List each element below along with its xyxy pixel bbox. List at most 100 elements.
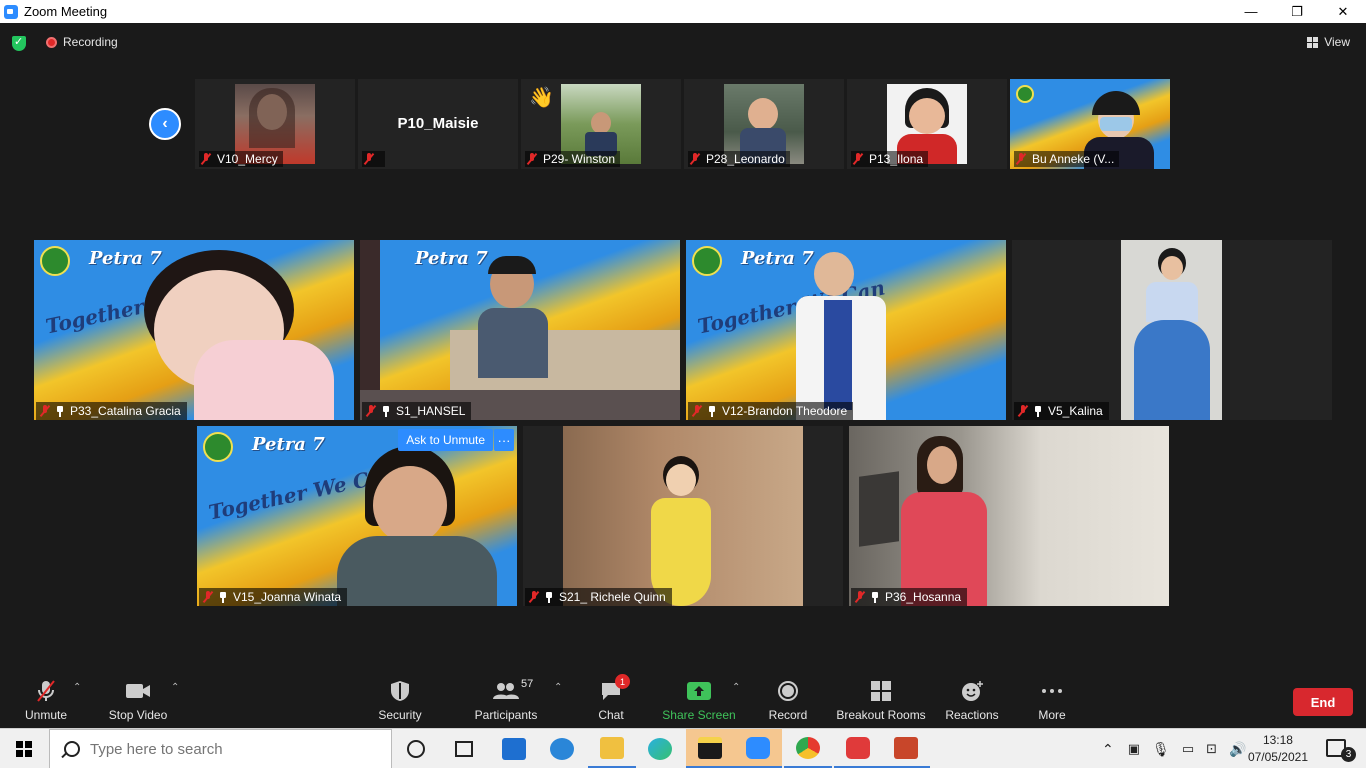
security-button[interactable]: Security	[375, 672, 425, 728]
taskbar-search-input[interactable]	[90, 740, 370, 758]
participant-thumbnail[interactable]: P13_Ilona	[847, 79, 1007, 169]
tile-more-options-button[interactable]: ···	[494, 429, 514, 451]
participant-name: P33_Catalina Gracia	[70, 404, 181, 418]
participant-thumbnail[interactable]: Bu Anneke (V...	[1010, 79, 1170, 169]
window-title: Zoom Meeting	[24, 4, 108, 19]
participant-name-tag: V5_Kalina	[1014, 402, 1109, 420]
chevron-left-icon: ‹	[162, 115, 168, 132]
participants-options-caret-icon[interactable]: ⌃	[554, 682, 562, 693]
window-controls: — ❐ ✕	[1228, 0, 1366, 23]
pin-icon	[219, 591, 227, 603]
participant-display-name: P10_Maisie	[397, 115, 479, 132]
chat-button[interactable]: 1 Chat	[596, 672, 630, 728]
mic-muted-icon	[690, 153, 700, 165]
audio-options-caret-icon[interactable]: ⌃	[73, 682, 81, 693]
video-options-caret-icon[interactable]: ⌃	[171, 682, 179, 693]
cortana-button[interactable]	[392, 729, 440, 768]
breakout-rooms-button[interactable]: Breakout Rooms	[836, 672, 926, 728]
ask-to-unmute-button[interactable]: Ask to Unmute	[398, 429, 493, 451]
end-meeting-button[interactable]: End	[1293, 688, 1353, 716]
participant-thumbnail[interactable]: P10_Maisie	[358, 79, 518, 169]
close-button[interactable]: ✕	[1320, 0, 1366, 23]
smiley-icon	[960, 678, 984, 704]
sticky-notes-app[interactable]	[686, 729, 734, 768]
stop-video-button[interactable]: Stop Video	[106, 672, 170, 728]
share-screen-label: Share Screen	[662, 708, 736, 722]
participants-icon: 57	[493, 678, 533, 704]
participant-name-tag: V12-Brandon Theodore	[688, 402, 854, 420]
folder-icon	[600, 736, 624, 759]
video-tile[interactable]: Petra 7 S1_HANSEL	[360, 240, 680, 420]
task-view-button[interactable]	[440, 729, 488, 768]
meet-now-icon[interactable]: ▣	[1128, 741, 1140, 757]
mic-muted-icon	[855, 591, 865, 603]
chrome-app[interactable]	[784, 729, 832, 768]
participant-thumbnail[interactable]: V10_Mercy	[195, 79, 355, 169]
powerpoint-app[interactable]	[882, 729, 930, 768]
meeting-info-bar: Recording View	[0, 23, 1366, 63]
video-tile[interactable]: Petra 7 Together We Can V12-Brandon Theo…	[686, 240, 1006, 420]
show-hidden-icons-chevron-icon[interactable]: ⌃	[1102, 741, 1114, 758]
share-options-caret-icon[interactable]: ⌃	[732, 682, 740, 693]
video-tile[interactable]: Petra 7 Together We Can Ask to Unmute ··…	[197, 426, 517, 606]
video-tile[interactable]: P36_Hosanna	[849, 426, 1169, 606]
view-button[interactable]: View	[1307, 35, 1350, 49]
quick-assist-app[interactable]	[538, 729, 586, 768]
recording-indicator[interactable]: Recording	[46, 35, 118, 49]
participant-name-tag: S1_HANSEL	[362, 402, 472, 420]
system-clock[interactable]: 13:18 07/05/2021	[1248, 732, 1308, 766]
participants-button[interactable]: 57 Participants	[472, 672, 540, 728]
participant-name: P29- Winston	[543, 152, 616, 166]
taskbar-search[interactable]	[49, 729, 392, 768]
video-tile[interactable]: Petra 7 Together We Can P33_Catalina Gra…	[34, 240, 354, 420]
clock-time: 13:18	[1262, 733, 1293, 747]
pin-icon	[871, 591, 879, 603]
video-camera-icon	[125, 678, 151, 704]
video-tile[interactable]: S21_ Richele Quinn	[523, 426, 843, 606]
participant-name: P28_Leonardo	[706, 152, 785, 166]
security-shield-icon[interactable]	[12, 35, 26, 51]
mail-app[interactable]	[490, 729, 538, 768]
unmute-button[interactable]: Unmute	[22, 672, 70, 728]
more-button[interactable]: More	[1034, 672, 1070, 728]
windows-taskbar: ⌃ ▣ 🎙 ▭ ⊡ 🔊 13:18 07/05/2021 3	[0, 728, 1366, 768]
mic-muted-icon	[40, 405, 50, 417]
mic-muted-icon	[366, 405, 376, 417]
petra-banner-text: Petra 7	[89, 248, 162, 269]
previous-page-button[interactable]: ‹	[149, 108, 181, 140]
edge-app[interactable]	[636, 729, 684, 768]
camera-app[interactable]	[834, 729, 882, 768]
microphone-icon[interactable]: 🎙	[1152, 741, 1170, 758]
participant-thumbnail[interactable]: P28_Leonardo	[684, 79, 844, 169]
network-icon[interactable]: ⊡	[1206, 741, 1217, 757]
participant-name: V15_Joanna Winata	[233, 590, 342, 604]
windows-logo-icon	[16, 741, 32, 757]
mic-muted-icon	[1018, 405, 1028, 417]
mic-muted-icon	[692, 405, 702, 417]
volume-icon[interactable]: 🔊	[1229, 741, 1246, 758]
zoom-app[interactable]	[734, 729, 782, 768]
minimize-button[interactable]: —	[1228, 0, 1274, 23]
chat-label: Chat	[598, 708, 624, 722]
reactions-button[interactable]: Reactions	[944, 672, 1000, 728]
shield-icon	[390, 678, 410, 704]
powerpoint-icon	[894, 736, 918, 759]
participant-name-tag: P36_Hosanna	[851, 588, 968, 606]
participant-name-tag: V15_Joanna Winata	[199, 588, 348, 606]
restore-button[interactable]: ❐	[1274, 0, 1320, 23]
raise-hand-wave-icon: 👋	[529, 87, 554, 109]
file-explorer-app[interactable]	[588, 729, 636, 768]
battery-icon[interactable]: ▭	[1182, 741, 1194, 757]
participant-name: S21_ Richele Quinn	[559, 590, 666, 604]
breakout-rooms-label: Breakout Rooms	[836, 708, 926, 722]
mic-muted-icon	[529, 591, 539, 603]
stop-video-label: Stop Video	[108, 708, 168, 722]
record-button[interactable]: Record	[768, 672, 808, 728]
start-button[interactable]	[0, 729, 48, 768]
grid-view-icon	[1307, 36, 1319, 48]
pin-icon	[56, 405, 64, 417]
participant-name-tag: P13_Ilona	[851, 151, 929, 167]
video-tile[interactable]: V5_Kalina	[1012, 240, 1332, 420]
share-screen-button[interactable]: Share Screen	[662, 672, 736, 728]
participant-thumbnail[interactable]: 👋 P29- Winston	[521, 79, 681, 169]
